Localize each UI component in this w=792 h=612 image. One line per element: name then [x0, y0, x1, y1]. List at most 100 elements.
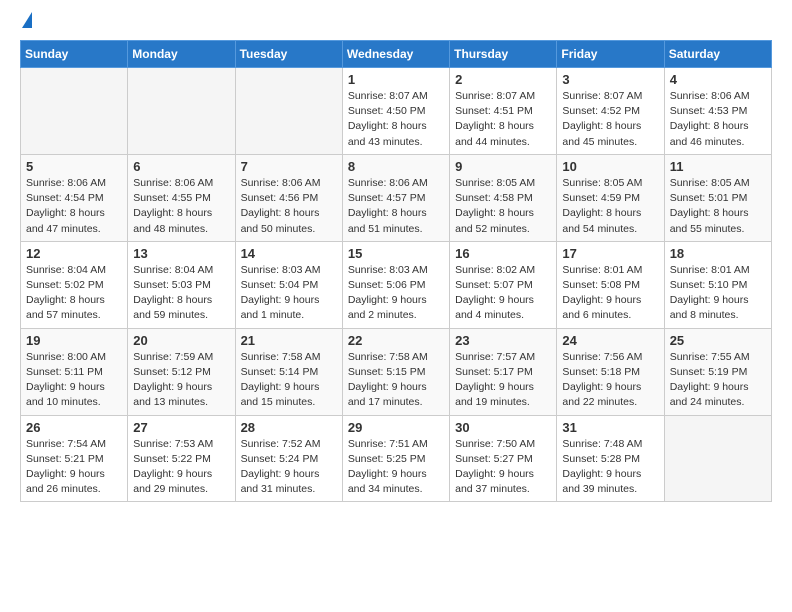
- day-number: 15: [348, 246, 444, 261]
- day-info: Sunrise: 8:05 AM Sunset: 4:59 PM Dayligh…: [562, 176, 658, 237]
- calendar-cell: 4 Sunrise: 8:06 AM Sunset: 4:53 PM Daylig…: [664, 68, 771, 155]
- day-number: 4: [670, 72, 766, 87]
- day-info: Sunrise: 7:53 AM Sunset: 5:22 PM Dayligh…: [133, 437, 229, 498]
- day-number: 10: [562, 159, 658, 174]
- calendar-week-3: 12 Sunrise: 8:04 AM Sunset: 5:02 PM Dayli…: [21, 241, 772, 328]
- calendar-cell: 20Sunrise: 7:59 AM Sunset: 5:12 PM Dayli…: [128, 328, 235, 415]
- weekday-header-tuesday: Tuesday: [235, 41, 342, 68]
- day-info: Sunrise: 8:06 AM Sunset: 4:54 PM Dayligh…: [26, 176, 122, 237]
- calendar-cell: [235, 68, 342, 155]
- calendar-cell: 29 Sunrise: 7:51 AM Sunset: 5:25 PM Dayli…: [342, 415, 449, 502]
- day-info: Sunrise: 7:58 AM Sunset: 5:14 PM Dayligh…: [241, 350, 337, 411]
- day-number: 12: [26, 246, 122, 261]
- day-info: Sunrise: 8:03 AM Sunset: 5:06 PM Dayligh…: [348, 263, 444, 324]
- calendar-cell: 23 Sunrise: 7:57 AM Sunset: 5:17 PM Dayli…: [450, 328, 557, 415]
- calendar-week-1: 1 Sunrise: 8:07 AM Sunset: 4:50 PM Daylig…: [21, 68, 772, 155]
- day-number: 8: [348, 159, 444, 174]
- calendar-cell: 15 Sunrise: 8:03 AM Sunset: 5:06 PM Dayli…: [342, 241, 449, 328]
- calendar-cell: 8Sunrise: 8:06 AM Sunset: 4:57 PM Daylig…: [342, 154, 449, 241]
- day-info: Sunrise: 8:03 AM Sunset: 5:04 PM Dayligh…: [241, 263, 337, 324]
- day-number: 3: [562, 72, 658, 87]
- calendar-cell: 18Sunrise: 8:01 AM Sunset: 5:10 PM Dayli…: [664, 241, 771, 328]
- weekday-header-wednesday: Wednesday: [342, 41, 449, 68]
- day-number: 19: [26, 333, 122, 348]
- day-info: Sunrise: 8:04 AM Sunset: 5:02 PM Dayligh…: [26, 263, 122, 324]
- logo-triangle-icon: [22, 12, 32, 28]
- day-info: Sunrise: 8:07 AM Sunset: 4:52 PM Dayligh…: [562, 89, 658, 150]
- calendar-table: SundayMondayTuesdayWednesdayThursdayFrid…: [20, 40, 772, 502]
- calendar-cell: 24 Sunrise: 7:56 AM Sunset: 5:18 PM Dayli…: [557, 328, 664, 415]
- calendar-cell: 16 Sunrise: 8:02 AM Sunset: 5:07 PM Dayli…: [450, 241, 557, 328]
- calendar-cell: 12 Sunrise: 8:04 AM Sunset: 5:02 PM Dayli…: [21, 241, 128, 328]
- day-info: Sunrise: 8:01 AM Sunset: 5:10 PM Dayligh…: [670, 263, 766, 324]
- day-number: 26: [26, 420, 122, 435]
- calendar-week-4: 19 Sunrise: 8:00 AM Sunset: 5:11 PM Dayli…: [21, 328, 772, 415]
- day-info: Sunrise: 7:51 AM Sunset: 5:25 PM Dayligh…: [348, 437, 444, 498]
- day-number: 2: [455, 72, 551, 87]
- day-info: Sunrise: 8:00 AM Sunset: 5:11 PM Dayligh…: [26, 350, 122, 411]
- calendar-cell: 27 Sunrise: 7:53 AM Sunset: 5:22 PM Dayli…: [128, 415, 235, 502]
- day-number: 13: [133, 246, 229, 261]
- day-info: Sunrise: 8:02 AM Sunset: 5:07 PM Dayligh…: [455, 263, 551, 324]
- calendar-cell: [128, 68, 235, 155]
- day-number: 28: [241, 420, 337, 435]
- logo: [20, 16, 32, 28]
- calendar-cell: 5 Sunrise: 8:06 AM Sunset: 4:54 PM Daylig…: [21, 154, 128, 241]
- calendar-cell: 28 Sunrise: 7:52 AM Sunset: 5:24 PM Dayli…: [235, 415, 342, 502]
- day-number: 16: [455, 246, 551, 261]
- page-container: SundayMondayTuesdayWednesdayThursdayFrid…: [0, 0, 792, 522]
- day-number: 17: [562, 246, 658, 261]
- day-info: Sunrise: 8:04 AM Sunset: 5:03 PM Dayligh…: [133, 263, 229, 324]
- calendar-cell: 30Sunrise: 7:50 AM Sunset: 5:27 PM Dayli…: [450, 415, 557, 502]
- day-number: 7: [241, 159, 337, 174]
- calendar-cell: 9Sunrise: 8:05 AM Sunset: 4:58 PM Daylig…: [450, 154, 557, 241]
- day-number: 21: [241, 333, 337, 348]
- calendar-cell: 1 Sunrise: 8:07 AM Sunset: 4:50 PM Daylig…: [342, 68, 449, 155]
- day-number: 25: [670, 333, 766, 348]
- day-number: 6: [133, 159, 229, 174]
- day-info: Sunrise: 8:05 AM Sunset: 5:01 PM Dayligh…: [670, 176, 766, 237]
- day-info: Sunrise: 7:55 AM Sunset: 5:19 PM Dayligh…: [670, 350, 766, 411]
- day-number: 1: [348, 72, 444, 87]
- calendar-cell: 26 Sunrise: 7:54 AM Sunset: 5:21 PM Dayli…: [21, 415, 128, 502]
- day-number: 27: [133, 420, 229, 435]
- day-info: Sunrise: 8:07 AM Sunset: 4:51 PM Dayligh…: [455, 89, 551, 150]
- weekday-header-thursday: Thursday: [450, 41, 557, 68]
- day-number: 29: [348, 420, 444, 435]
- day-info: Sunrise: 7:54 AM Sunset: 5:21 PM Dayligh…: [26, 437, 122, 498]
- calendar-cell: 14Sunrise: 8:03 AM Sunset: 5:04 PM Dayli…: [235, 241, 342, 328]
- day-number: 24: [562, 333, 658, 348]
- calendar-week-5: 26 Sunrise: 7:54 AM Sunset: 5:21 PM Dayli…: [21, 415, 772, 502]
- calendar-cell: 3 Sunrise: 8:07 AM Sunset: 4:52 PM Daylig…: [557, 68, 664, 155]
- calendar-header: SundayMondayTuesdayWednesdayThursdayFrid…: [21, 41, 772, 68]
- calendar-week-2: 5 Sunrise: 8:06 AM Sunset: 4:54 PM Daylig…: [21, 154, 772, 241]
- day-number: 11: [670, 159, 766, 174]
- day-info: Sunrise: 7:52 AM Sunset: 5:24 PM Dayligh…: [241, 437, 337, 498]
- day-info: Sunrise: 8:07 AM Sunset: 4:50 PM Dayligh…: [348, 89, 444, 150]
- day-info: Sunrise: 8:06 AM Sunset: 4:53 PM Dayligh…: [670, 89, 766, 150]
- calendar-cell: 25 Sunrise: 7:55 AM Sunset: 5:19 PM Dayli…: [664, 328, 771, 415]
- day-number: 31: [562, 420, 658, 435]
- weekday-header-friday: Friday: [557, 41, 664, 68]
- day-info: Sunrise: 7:59 AM Sunset: 5:12 PM Dayligh…: [133, 350, 229, 411]
- day-number: 22: [348, 333, 444, 348]
- calendar-cell: 22Sunrise: 7:58 AM Sunset: 5:15 PM Dayli…: [342, 328, 449, 415]
- calendar-body: 1 Sunrise: 8:07 AM Sunset: 4:50 PM Daylig…: [21, 68, 772, 502]
- day-info: Sunrise: 7:56 AM Sunset: 5:18 PM Dayligh…: [562, 350, 658, 411]
- calendar-cell: 7Sunrise: 8:06 AM Sunset: 4:56 PM Daylig…: [235, 154, 342, 241]
- calendar-cell: 2 Sunrise: 8:07 AM Sunset: 4:51 PM Daylig…: [450, 68, 557, 155]
- weekday-header-saturday: Saturday: [664, 41, 771, 68]
- day-info: Sunrise: 7:48 AM Sunset: 5:28 PM Dayligh…: [562, 437, 658, 498]
- day-number: 23: [455, 333, 551, 348]
- header: [20, 16, 772, 28]
- day-number: 5: [26, 159, 122, 174]
- calendar-cell: 21 Sunrise: 7:58 AM Sunset: 5:14 PM Dayli…: [235, 328, 342, 415]
- calendar-cell: 31 Sunrise: 7:48 AM Sunset: 5:28 PM Dayli…: [557, 415, 664, 502]
- calendar-cell: 11 Sunrise: 8:05 AM Sunset: 5:01 PM Dayli…: [664, 154, 771, 241]
- calendar-cell: 17Sunrise: 8:01 AM Sunset: 5:08 PM Dayli…: [557, 241, 664, 328]
- weekday-row: SundayMondayTuesdayWednesdayThursdayFrid…: [21, 41, 772, 68]
- day-number: 9: [455, 159, 551, 174]
- day-info: Sunrise: 7:57 AM Sunset: 5:17 PM Dayligh…: [455, 350, 551, 411]
- weekday-header-sunday: Sunday: [21, 41, 128, 68]
- day-info: Sunrise: 7:50 AM Sunset: 5:27 PM Dayligh…: [455, 437, 551, 498]
